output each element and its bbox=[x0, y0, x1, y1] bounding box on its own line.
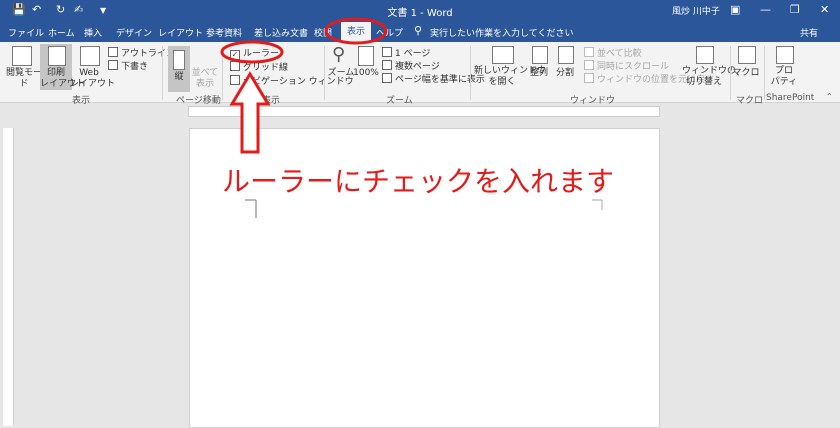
print-layout-icon bbox=[48, 46, 66, 66]
share-button[interactable]: 共有 bbox=[800, 26, 818, 39]
one-page-label: 1 ページ bbox=[395, 49, 431, 59]
magnifier-icon: ⚲ bbox=[332, 44, 346, 65]
group-label-page-move: ページ移動 bbox=[176, 96, 221, 106]
page-width-label: ページ幅を基準に表示 bbox=[395, 75, 485, 85]
split-button[interactable]: 分割 bbox=[554, 68, 576, 79]
sync-scroll-label: 同時にスクロール bbox=[597, 62, 670, 72]
vertical-button[interactable]: 縦 bbox=[168, 46, 190, 92]
draft-label: 下書き bbox=[121, 62, 149, 72]
vertical-label: 縦 bbox=[174, 72, 184, 82]
separator bbox=[764, 46, 765, 100]
outline-label: アウトライン bbox=[121, 49, 176, 59]
horizontal-ruler[interactable] bbox=[188, 106, 660, 117]
annotation-text: ルーラーにチェックを入れます bbox=[222, 165, 615, 198]
vertical-ruler[interactable] bbox=[3, 128, 14, 426]
properties-button[interactable]: プロ パティ bbox=[768, 66, 800, 88]
gridlines-label: グリッド線 bbox=[243, 63, 289, 73]
group-label-show: 表示 bbox=[262, 96, 281, 106]
print-layout-label: 印刷 レイアウト bbox=[40, 68, 86, 89]
read-mode-icon bbox=[12, 46, 32, 66]
separator bbox=[324, 46, 325, 100]
tab-mailings[interactable]: 差し込み文書 bbox=[254, 26, 308, 39]
tab-file[interactable]: ファイル bbox=[8, 26, 44, 39]
macros-button[interactable]: マクロ bbox=[732, 68, 760, 79]
separator bbox=[730, 46, 731, 100]
outline-button[interactable]: アウトライン bbox=[108, 46, 175, 59]
web-layout-icon bbox=[80, 46, 100, 66]
view-side-by-side-button[interactable]: 並べて比較 bbox=[584, 46, 642, 59]
group-label-sharepoint: SharePoint bbox=[766, 93, 815, 103]
arrange-icon bbox=[532, 46, 548, 64]
group-label-zoom: ズーム bbox=[386, 96, 413, 106]
sync-scroll-button[interactable]: 同時にスクロール bbox=[584, 59, 669, 72]
arrange-all-button[interactable]: 整列 bbox=[528, 68, 550, 79]
minimize-icon[interactable]: — bbox=[760, 3, 771, 16]
multi-page-label: 複数ページ bbox=[395, 62, 440, 72]
view-side-by-side-label: 並べて比較 bbox=[597, 49, 642, 59]
split-icon bbox=[558, 46, 574, 64]
close-icon[interactable]: ✕ bbox=[820, 3, 829, 16]
ruler-checkbox[interactable]: ✓ ルーラー bbox=[230, 46, 279, 60]
one-page-button[interactable]: 1 ページ bbox=[382, 46, 430, 59]
tab-references[interactable]: 参考資料 bbox=[206, 26, 242, 39]
ribbon-tabs: ファイル ホーム 挿入 デザイン レイアウト 参考資料 差し込み文書 校閲 表示… bbox=[0, 20, 840, 42]
separator bbox=[470, 46, 471, 100]
read-mode-button[interactable]: 閲覧モード bbox=[4, 68, 44, 90]
macros-icon bbox=[738, 46, 756, 64]
draft-button[interactable]: 下書き bbox=[108, 59, 148, 72]
ribbon-view: 閲覧モード 印刷 レイアウト Web レイアウト アウトライン 下書き 表示 縦… bbox=[0, 42, 840, 106]
ribbon-display-icon[interactable]: ▣ bbox=[730, 3, 740, 16]
user-name[interactable]: 風炒 川中子 bbox=[672, 4, 720, 17]
tab-design[interactable]: デザイン bbox=[116, 26, 152, 39]
web-layout-button[interactable]: Web レイアウト bbox=[70, 68, 115, 90]
lightbulb-icon: ⚲ bbox=[414, 24, 423, 37]
tab-layout[interactable]: レイアウト bbox=[158, 26, 203, 39]
print-layout-button[interactable]: 印刷 レイアウト bbox=[40, 44, 86, 90]
tab-help[interactable]: ヘルプ bbox=[376, 26, 403, 39]
zoom-100-icon bbox=[358, 46, 374, 66]
multi-page-button[interactable]: 複数ページ bbox=[382, 59, 440, 72]
group-label-window: ウィンドウ bbox=[570, 96, 616, 106]
collapse-ribbon-icon[interactable]: ⌃ bbox=[826, 92, 833, 101]
group-label-macros: マクロ bbox=[736, 96, 764, 106]
group-label-views: 表示 bbox=[72, 96, 91, 106]
ruler-label: ルーラー bbox=[243, 49, 280, 59]
tell-me-search[interactable]: 実行したい作業を入力してください bbox=[430, 26, 573, 39]
vertical-icon bbox=[173, 50, 185, 70]
tab-view[interactable]: 表示 bbox=[341, 22, 372, 42]
separator bbox=[222, 46, 223, 100]
switch-windows-icon bbox=[696, 46, 714, 64]
tab-review[interactable]: 校閲 bbox=[314, 26, 332, 39]
title-bar: 💾 ↶ ↻ ✍ ▼ 文書 1 - Word 風炒 川中子 ▣ — ❐ ✕ bbox=[0, 0, 840, 20]
tab-home[interactable]: ホーム bbox=[48, 26, 75, 39]
side-by-side-button[interactable]: 並べて 表示 bbox=[190, 68, 220, 90]
new-window-icon bbox=[492, 46, 514, 64]
switch-windows-button[interactable]: ウィンドウの 切り替え bbox=[682, 66, 736, 88]
zoom-100-button[interactable]: 100% bbox=[352, 68, 380, 79]
gridlines-checkbox[interactable]: グリッド線 bbox=[230, 60, 288, 73]
properties-icon bbox=[776, 46, 794, 64]
new-window-button[interactable]: 新しいウィンドウ を開く bbox=[474, 66, 546, 88]
tab-insert[interactable]: 挿入 bbox=[84, 26, 102, 39]
restore-icon[interactable]: ❐ bbox=[790, 3, 800, 16]
separator bbox=[162, 46, 163, 100]
